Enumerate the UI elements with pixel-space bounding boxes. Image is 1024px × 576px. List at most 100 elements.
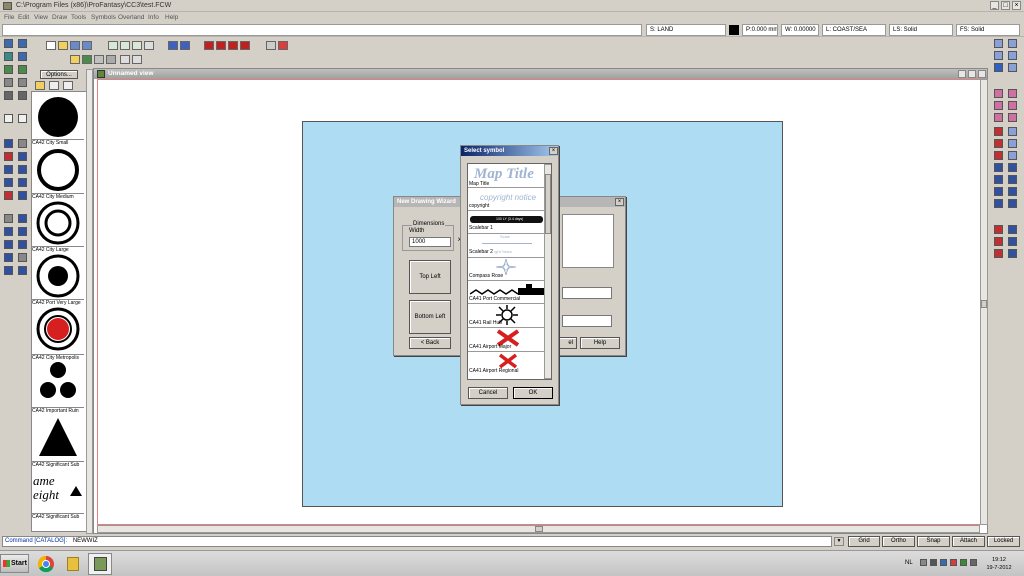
sheet-status[interactable]: S: LAND: [646, 24, 726, 36]
significant-sub-symbol[interactable]: [33, 414, 83, 460]
new-file-icon[interactable]: [46, 41, 56, 50]
view-hscroll-thumb[interactable]: [535, 526, 543, 532]
symbol-red-4-icon[interactable]: [240, 41, 250, 50]
ortho-button[interactable]: Ortho: [882, 536, 915, 547]
frame-icon[interactable]: [266, 41, 276, 50]
arrow-right-icon[interactable]: [180, 41, 190, 50]
table-icon[interactable]: [4, 240, 13, 249]
align-right-icon[interactable]: [18, 227, 27, 236]
layer-icon[interactable]: [70, 55, 80, 64]
maximize-button[interactable]: □: [1001, 1, 1010, 10]
landscape-icon[interactable]: [4, 65, 13, 74]
sheet-icon[interactable]: [82, 55, 92, 64]
city-large-symbol[interactable]: [33, 200, 83, 246]
hide-icon[interactable]: [994, 113, 1003, 122]
open-folder-icon[interactable]: [58, 41, 68, 50]
rotate-icon[interactable]: [18, 165, 27, 174]
command-history-field[interactable]: [2, 24, 642, 36]
menu-item[interactable]: Symbols: [91, 14, 116, 21]
trace-cross-icon[interactable]: [1008, 249, 1017, 258]
explode-icon[interactable]: [18, 214, 27, 223]
port-very-large-symbol[interactable]: [33, 253, 83, 299]
important-ruin-symbol[interactable]: [33, 360, 83, 406]
print-icon[interactable]: [144, 41, 154, 50]
catalog-options-button[interactable]: Options...: [40, 70, 78, 79]
command-dropdown-icon[interactable]: ▼: [834, 537, 844, 546]
erase-icon[interactable]: [4, 191, 13, 200]
zoom-extents-icon[interactable]: [4, 39, 13, 48]
fill-style-status[interactable]: FS: Solid: [956, 24, 1020, 36]
globe-icon[interactable]: [18, 52, 27, 61]
symbol-scroll-thumb[interactable]: [545, 174, 551, 234]
zoom-in-icon[interactable]: [1008, 39, 1017, 48]
list-item[interactable]: CA41 Port Commercial: [468, 281, 544, 304]
volume-icon[interactable]: [930, 559, 937, 566]
arc-icon[interactable]: [1008, 139, 1017, 148]
ellipse-icon[interactable]: [1008, 163, 1017, 172]
scale-icon[interactable]: [4, 165, 13, 174]
catalog-view-icon[interactable]: [49, 81, 59, 90]
align-left-icon[interactable]: [4, 227, 13, 236]
rows-icon[interactable]: [18, 240, 27, 249]
cancel-button[interactable]: Cancel: [468, 387, 508, 399]
save-icon[interactable]: [70, 41, 80, 50]
menu-item[interactable]: Edit: [18, 14, 29, 21]
hex-icon[interactable]: [18, 78, 27, 87]
list-item[interactable]: CA41 Airport Major: [468, 328, 544, 352]
zoom-icon[interactable]: [120, 55, 130, 64]
up-arrow-icon[interactable]: [920, 559, 927, 566]
wizard-field-2[interactable]: [562, 315, 612, 327]
ruler-icon[interactable]: [18, 266, 27, 275]
list-icon[interactable]: [18, 91, 27, 100]
branch-icon[interactable]: [994, 187, 1003, 196]
draw-cross-icon[interactable]: [1008, 225, 1017, 234]
pen-status[interactable]: P:0.000 mm: [742, 24, 778, 36]
symbol-list-scrollbar[interactable]: [544, 164, 551, 379]
rect-icon[interactable]: [4, 253, 13, 262]
city-metropolis-symbol[interactable]: [33, 306, 83, 352]
attach-button[interactable]: Attach: [952, 536, 985, 547]
command-line[interactable]: Command [CATALOG]: NEWWIZ: [2, 536, 832, 547]
redraw-icon[interactable]: [994, 63, 1003, 72]
trim-icon[interactable]: [4, 178, 13, 187]
list-item[interactable]: Compass Rose: [468, 258, 544, 281]
frame-red-icon[interactable]: [278, 41, 288, 50]
menu-item[interactable]: View: [34, 14, 48, 21]
curve-icon[interactable]: [994, 139, 1003, 148]
show-icon[interactable]: [1008, 113, 1017, 122]
chrome-taskbar-icon[interactable]: [34, 554, 58, 574]
layer-on-icon[interactable]: [994, 89, 1003, 98]
draw-line-icon[interactable]: [994, 225, 1003, 234]
trace-icon[interactable]: [994, 249, 1003, 258]
city-medium-symbol[interactable]: [33, 147, 83, 193]
select-icon[interactable]: [4, 114, 13, 123]
grid-button[interactable]: Grid: [848, 536, 880, 547]
move-icon[interactable]: [18, 152, 27, 161]
polyline-icon[interactable]: [1008, 127, 1017, 136]
zoom-window-icon[interactable]: [994, 39, 1003, 48]
width-status[interactable]: W: 0.00000: [781, 24, 819, 36]
symbol-tool-icon[interactable]: [1008, 187, 1017, 196]
close-button[interactable]: ×: [1012, 1, 1021, 10]
catalog-open-icon[interactable]: [35, 81, 45, 90]
list-item[interactable]: Scale Scalebar 2 ight Years: [468, 234, 544, 258]
table-tool-icon[interactable]: [1008, 199, 1017, 208]
menu-item[interactable]: Tools: [71, 14, 86, 21]
view-minimize-button[interactable]: [958, 70, 966, 78]
select-symbol-close-button[interactable]: ×: [549, 147, 558, 155]
list-item[interactable]: CA41 Airport Regional: [468, 352, 544, 376]
wand-icon[interactable]: [106, 55, 116, 64]
snap-button[interactable]: Snap: [917, 536, 950, 547]
effects-icon[interactable]: [94, 55, 104, 64]
line-style-status[interactable]: LS: Solid: [889, 24, 953, 36]
frame-tool-icon[interactable]: [18, 253, 27, 262]
measure-icon[interactable]: [4, 266, 13, 275]
wizard-field-1[interactable]: [562, 287, 612, 299]
symbol-red-3-icon[interactable]: [228, 41, 238, 50]
menu-item[interactable]: Info: [148, 14, 159, 21]
wizard-cancel-button[interactable]: el: [557, 337, 577, 349]
clock[interactable]: 19:12 19-7-2012: [985, 556, 1013, 572]
menu-item[interactable]: Draw: [52, 14, 67, 21]
polygon-icon[interactable]: [1008, 175, 1017, 184]
symbol-red-2-icon[interactable]: [216, 41, 226, 50]
